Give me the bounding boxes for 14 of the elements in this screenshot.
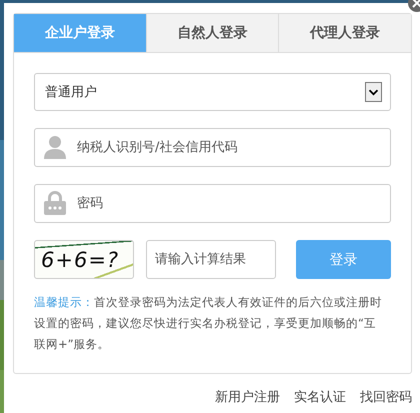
person-icon	[44, 135, 66, 159]
login-tab[interactable]: 自然人登录	[146, 14, 278, 53]
caret-icon	[365, 82, 382, 102]
captcha-text: 6+6=?	[41, 248, 120, 272]
lock-icon	[44, 191, 66, 215]
user-type-dropdown[interactable]: 普通用户	[34, 73, 391, 111]
footer-link[interactable]: 新用户注册	[215, 388, 280, 406]
footer-link[interactable]: 找回密码	[360, 388, 412, 406]
password-field[interactable]: 密码	[34, 184, 391, 223]
login-tab[interactable]: 代理人登录	[278, 14, 412, 53]
captcha-answer-field[interactable]: 请输入计算结果	[146, 240, 276, 279]
taxpayer-id-field[interactable]: 纳税人识别号/社会信用代码	[34, 128, 391, 167]
footer-link[interactable]: 实名认证	[294, 388, 346, 406]
tip-text: 温馨提示：首次登录密码为法定代表人有效证件的后六位或注册时设置的密码，建议您尽快进行实名办税登记，享受更加顺畅的“互联网+”服务。	[34, 294, 383, 353]
